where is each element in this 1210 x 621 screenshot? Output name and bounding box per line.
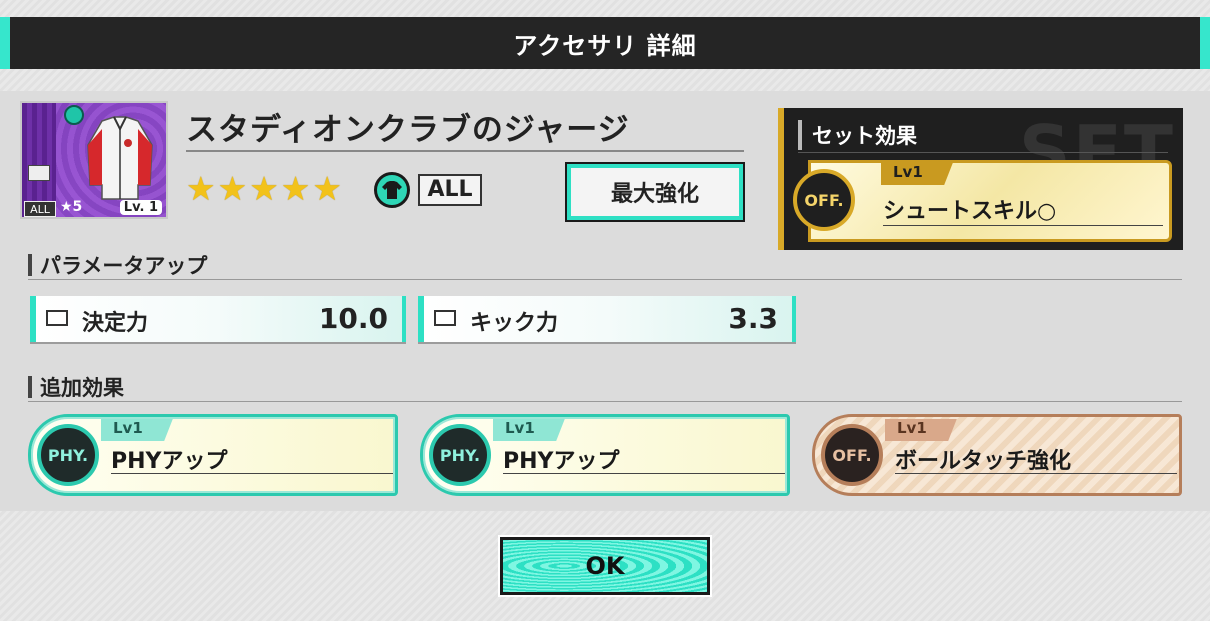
max-enhance-button[interactable]: 最大強化 [565, 162, 745, 222]
phy-badge-icon: PHY. [37, 424, 99, 486]
effect-label: PHYアップ [111, 449, 228, 474]
set-effect-name: シュートスキル○ [883, 199, 1057, 224]
star-icon: ★ [186, 169, 216, 208]
additional-section-header: 追加効果 [28, 372, 1182, 402]
off-badge-icon: OFF. [821, 424, 883, 486]
star-icon: ★ [280, 169, 311, 208]
set-effect-level: Lv1 [881, 163, 953, 185]
item-name: スタディオンクラブのジャージ [186, 104, 744, 152]
additional-effect-item: Lv1 PHY. PHYアップ [420, 414, 790, 496]
param-label: 決定力 [82, 311, 149, 336]
phy-badge-icon: PHY. [429, 424, 491, 486]
effect-underline [503, 473, 785, 474]
card-all-tag: ALL [24, 201, 56, 217]
off-badge-icon: OFF. [793, 169, 855, 231]
jersey-type-icon [374, 172, 410, 208]
card-stripe [22, 103, 56, 217]
effect-level: Lv1 [885, 419, 957, 441]
effect-level: Lv1 [101, 419, 173, 441]
effect-underline [895, 473, 1177, 474]
ball-field-icon [434, 310, 456, 326]
set-effect-header: セット効果 [798, 120, 917, 150]
param-label: キック力 [470, 311, 559, 336]
param-section-header: パラメータアップ [28, 250, 1182, 280]
star-icon: ★ [312, 169, 342, 208]
card-rarity: ★5 [60, 199, 83, 215]
set-effect-underline [883, 225, 1163, 226]
param-value: 10.0 [318, 302, 388, 335]
type-all-tag: ALL [418, 174, 482, 206]
effect-label: ボールタッチ強化 [895, 449, 1072, 474]
ball-field-icon [28, 165, 50, 181]
item-card-image: ALL ★5 Lv. 1 [20, 101, 168, 219]
ball-field-icon [46, 310, 68, 326]
card-level: Lv. 1 [119, 200, 162, 215]
effect-level: Lv1 [493, 419, 565, 441]
set-effect-pill: Lv1 OFF. シュートスキル○ [793, 160, 1172, 242]
star-icon: ★ [249, 169, 279, 208]
set-effect-box: SET セット効果 Lv1 OFF. シュートスキル○ [778, 108, 1183, 250]
jersey-icon [87, 116, 153, 200]
dialog-title-bar: アクセサリ 詳細 [0, 17, 1210, 69]
jersey-type-badge-icon [64, 105, 84, 125]
star-icon: ★ [217, 169, 248, 208]
ok-button[interactable]: OK [498, 535, 712, 597]
additional-effect-item: Lv1 OFF. ボールタッチ強化 [812, 414, 1182, 496]
rarity-stars: ★ ★ ★ ★ ★ [186, 171, 342, 207]
additional-effect-item: Lv1 PHY. PHYアップ [28, 414, 398, 496]
effect-underline [111, 473, 393, 474]
dialog-title: アクセサリ 詳細 [513, 31, 697, 60]
param-item: キック力 3.3 [418, 296, 796, 342]
set-divider [798, 152, 1168, 153]
effect-label: PHYアップ [503, 449, 620, 474]
param-item: 決定力 10.0 [30, 296, 406, 342]
param-value: 3.3 [728, 302, 778, 335]
